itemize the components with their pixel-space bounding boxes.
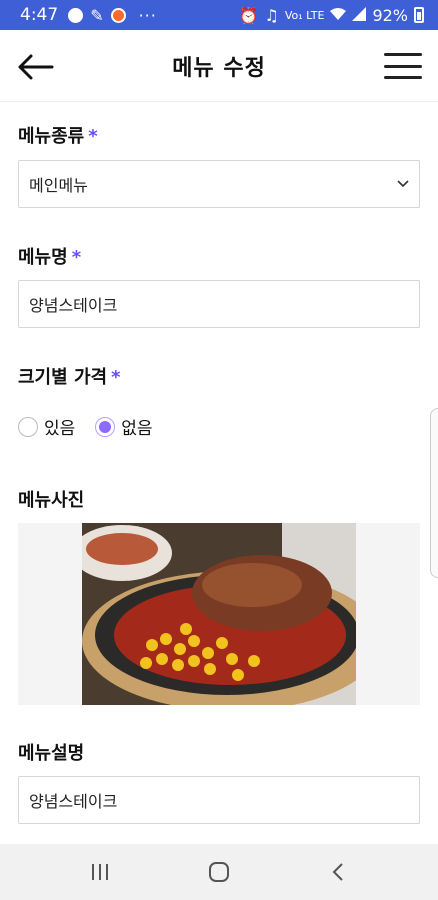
alarm-icon: ⏰ [238, 5, 259, 25]
system-icons: ⏰ ♫ Vo₁ LTE 92% [239, 6, 424, 25]
system-back-button[interactable] [308, 852, 368, 892]
menu-photo [82, 523, 356, 705]
home-button[interactable] [189, 852, 249, 892]
more-notifications-icon: ··· [138, 5, 157, 25]
menu-name-label-text: 메뉴명 [18, 247, 68, 268]
menu-name-input[interactable]: 양념스테이크 [18, 280, 420, 328]
chevron-down-icon [397, 177, 409, 191]
menu-description-input[interactable]: 양념스테이크 [18, 776, 420, 824]
recent-apps-button[interactable] [70, 852, 130, 892]
required-mark: * [71, 247, 82, 268]
menu-description-value: 양념스테이크 [29, 792, 118, 811]
hamburger-icon-line [384, 76, 422, 79]
feather-notification-icon: ✎ [90, 5, 104, 25]
network-type: Vo₁ LTE [284, 8, 325, 22]
radio-no-label: 없음 [121, 419, 153, 439]
system-nav-bar [0, 844, 438, 900]
menu-name-label: 메뉴명 * [18, 243, 81, 269]
radio-yes-label: 있음 [44, 419, 76, 439]
status-time: 4:47 [20, 5, 59, 25]
menu-type-select[interactable]: 메인메뉴 [18, 160, 420, 208]
menu-photo-area[interactable] [18, 523, 420, 705]
steak-photo-image [82, 523, 356, 705]
app-notification-icon [110, 7, 126, 23]
recent-apps-icon [91, 864, 108, 880]
menu-name-value: 양념스테이크 [29, 296, 118, 315]
page-title: 메뉴 수정 [172, 55, 266, 81]
battery-icon [414, 7, 424, 23]
back-button[interactable] [16, 52, 56, 82]
menu-type-label: 메뉴종류 * [18, 122, 98, 148]
radio-option-yes[interactable]: 있음 [18, 414, 75, 439]
chat-notification-icon [68, 7, 84, 23]
back-chevron-icon [332, 863, 344, 881]
hamburger-icon-line [384, 53, 422, 56]
menu-photo-label: 메뉴사진 [18, 490, 85, 511]
size-price-label: 크기별 가격 * [18, 363, 121, 389]
radio-option-no[interactable]: 없음 [95, 414, 153, 439]
menu-button[interactable] [384, 50, 422, 82]
status-bar: 4:47 ✎ ··· ⏰ ♫ Vo₁ LTE 92% [0, 0, 438, 30]
app-bar: 메뉴 수정 [0, 30, 438, 102]
hamburger-icon-line [384, 64, 422, 68]
home-icon [208, 862, 229, 882]
signal-icon [352, 6, 367, 25]
radio-yes[interactable] [18, 416, 38, 437]
menu-type-label-text: 메뉴종류 [18, 126, 85, 147]
wifi-icon [330, 6, 347, 25]
size-price-label-text: 크기별 가격 [18, 367, 108, 388]
edge-panel-handle[interactable] [430, 408, 438, 578]
notification-icons: ✎ ··· [68, 6, 157, 25]
menu-description-label: 메뉴설명 [18, 743, 85, 764]
required-mark: * [88, 126, 98, 147]
required-mark: * [111, 367, 121, 388]
mute-icon: ♫ [264, 5, 279, 25]
radio-no[interactable] [95, 416, 116, 437]
menu-type-selected: 메인메뉴 [29, 176, 88, 195]
arrow-left-icon [18, 54, 54, 80]
battery-percent: 92% [372, 5, 408, 25]
size-price-radio-group: 있음 없음 [18, 414, 153, 439]
